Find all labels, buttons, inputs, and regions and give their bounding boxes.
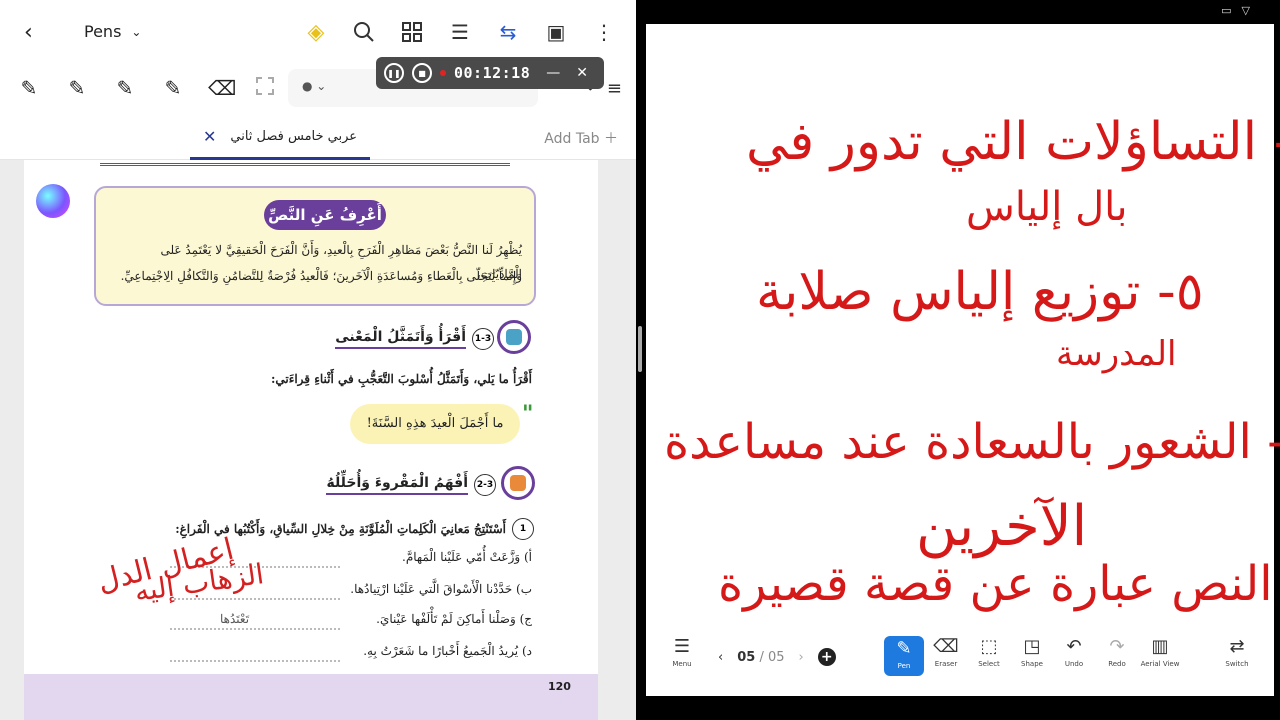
more-icon[interactable]: ⋮ bbox=[590, 18, 618, 46]
tab-bar: ✕ عربي خامس فصل ثاني Add Tab ＋ bbox=[0, 116, 636, 160]
search-icon[interactable] bbox=[350, 18, 378, 46]
menu-icon: ☰ bbox=[673, 636, 691, 657]
mode-label: Pens bbox=[84, 22, 122, 41]
eraser-icon[interactable]: ⌫ bbox=[208, 76, 236, 102]
undo-button[interactable]: ↶ Undo bbox=[1054, 634, 1094, 668]
cast-icon: ▭ bbox=[1221, 4, 1232, 17]
chevron-down-icon: ⌄ bbox=[131, 24, 142, 39]
answer-c: تَعْتَدُها bbox=[220, 612, 250, 626]
recording-timer: 00:12:18 bbox=[454, 64, 531, 82]
convert-icon[interactable]: ⇆ bbox=[494, 18, 522, 46]
pen-icon: ✎ bbox=[896, 638, 912, 659]
split-handle[interactable] bbox=[638, 326, 642, 372]
eraser-button[interactable]: ⌫ Eraser bbox=[926, 634, 966, 668]
instruction-1: أَقْرَأُ ما يَلي، وَأَتَمَثَّلُ أُسْلوبَ… bbox=[270, 372, 532, 386]
tab-document[interactable]: ✕ عربي خامس فصل ثاني bbox=[190, 116, 370, 160]
box-title: أَعْرِفُ عَنِ النَّصِّ bbox=[264, 200, 386, 230]
page-frame-border bbox=[100, 160, 510, 166]
recording-dot-icon bbox=[440, 70, 446, 76]
redo-button[interactable]: ↷ Redo bbox=[1097, 634, 1137, 668]
item-b: ب) حَدَّدْنا الْأَسْواقَ الَّتي عَلَيْنا… bbox=[350, 582, 532, 596]
quote-mark-icon: " bbox=[522, 402, 534, 427]
assistant-orb-icon[interactable] bbox=[36, 184, 70, 218]
document-settings-icon[interactable]: ▣ bbox=[542, 18, 570, 46]
analysis-icon bbox=[501, 466, 535, 500]
current-page: 05 bbox=[737, 649, 756, 665]
wifi-icon: ▽ bbox=[1241, 4, 1250, 17]
redo-icon: ↷ bbox=[1109, 636, 1125, 657]
list-icon[interactable]: ☰ bbox=[446, 18, 474, 46]
section-1-title: أَقْرَأُ وَأَتَمَثَّلُ الْمَعْنى bbox=[335, 329, 466, 349]
status-bar-icons: ▭ ▽ bbox=[1221, 4, 1250, 17]
total-pages: / 05 bbox=[759, 649, 785, 665]
back-icon[interactable]: ‹ bbox=[24, 20, 50, 46]
aerial-view-button[interactable]: ▥ Aerial View bbox=[1140, 634, 1180, 668]
section-2-heading: 2-3 أَفْهَمُ الْمَقْروءَ وَأُحَلِّلُهُ bbox=[326, 474, 496, 496]
know-text-box: أَعْرِفُ عَنِ النَّصِّ يُظْهِرُ لَنا الن… bbox=[94, 186, 536, 306]
pen-tool-3-icon[interactable]: ✎ bbox=[160, 76, 186, 102]
page-number: 120 bbox=[548, 680, 571, 693]
note-app-pane: ‹ Pens ⌄ ◈ ☰ ⇆ ▣ ⋮ ✎ ✎ ✎ ✎ ⌫ ● ⌄ ↶ ≡ ❚❚ … bbox=[0, 0, 636, 720]
size-dropdown[interactable]: ● ⌄ bbox=[302, 79, 326, 93]
screen: ‹ Pens ⌄ ◈ ☰ ⇆ ▣ ⋮ ✎ ✎ ✎ ✎ ⌫ ● ⌄ ↶ ≡ ❚❚ … bbox=[0, 0, 1280, 720]
switch-icon: ⇄ bbox=[1229, 636, 1245, 657]
section-1-heading: 1-3 أَقْرَأُ وَأَتَمَثَّلُ الْمَعْنى bbox=[335, 328, 494, 350]
prev-page-icon[interactable]: ‹ bbox=[718, 650, 723, 665]
question-1-number: 1 bbox=[512, 518, 534, 540]
mode-selector[interactable]: Pens ⌄ bbox=[84, 22, 141, 41]
pen-tool-2-icon[interactable]: ✎ bbox=[64, 76, 90, 102]
pause-icon[interactable]: ❚❚ bbox=[384, 63, 404, 83]
board-line-1: ٤- التساؤلات التي تدور في bbox=[746, 112, 1280, 172]
answer-line-d[interactable] bbox=[170, 660, 340, 662]
doc-margin-left bbox=[0, 160, 24, 720]
whiteboard-toolbar: ☰ Menu ‹ 05 / 05 › + ✎ Pen ⌫ Eraser ⬚ Se… bbox=[646, 634, 1274, 686]
board-line-3: ٥- توزيع إلياس صلابة bbox=[756, 262, 1204, 322]
board-line-6: الآخرين bbox=[916, 494, 1088, 559]
section-1-number: 1-3 bbox=[472, 328, 494, 350]
screen-recorder: ❚❚ ■ 00:12:18 — ✕ bbox=[376, 57, 604, 89]
highlighter-tool-icon[interactable]: ✎ bbox=[112, 76, 138, 102]
doc-margin-right bbox=[598, 160, 636, 720]
select-button[interactable]: ⬚ Select bbox=[969, 634, 1009, 668]
whiteboard-canvas[interactable]: ٤- التساؤلات التي تدور في بال إلياس ٥- ت… bbox=[646, 24, 1280, 696]
page-footer-strip bbox=[24, 674, 598, 720]
minimize-icon[interactable]: — bbox=[546, 65, 560, 81]
shape-icon: ◳ bbox=[1023, 636, 1041, 657]
undo-icon: ↶ bbox=[1066, 636, 1082, 657]
section-2-number: 2-3 bbox=[474, 474, 496, 496]
pen-tool-1-icon[interactable]: ✎ bbox=[16, 76, 42, 102]
add-page-button[interactable]: + bbox=[817, 648, 836, 666]
next-page-icon[interactable]: › bbox=[799, 650, 804, 665]
reading-icon bbox=[497, 320, 531, 354]
switch-button[interactable]: ⇄ Switch bbox=[1217, 634, 1257, 668]
select-icon: ⬚ bbox=[980, 636, 998, 657]
item-c: ج) وَصَلْنا أَماكِنَ لَمْ تَأْلَفْها عَي… bbox=[376, 612, 532, 626]
premium-gem-icon[interactable]: ◈ bbox=[302, 18, 330, 46]
shape-button[interactable]: ◳ Shape bbox=[1012, 634, 1052, 668]
tab-label: عربي خامس فصل ثاني bbox=[230, 129, 358, 144]
pen-button[interactable]: ✎ Pen bbox=[884, 636, 924, 676]
eraser-tool-icon: ⌫ bbox=[933, 636, 959, 657]
item-d: د) يُريدُ الْجَميعُ أَخْبارًا ما شَعَرْت… bbox=[363, 644, 532, 658]
board-line-7: النص عبارة عن قصة قصيرة bbox=[718, 556, 1273, 612]
close-tab-icon[interactable]: ✕ bbox=[203, 127, 216, 146]
answer-line-c[interactable] bbox=[170, 628, 340, 630]
close-icon[interactable]: ✕ bbox=[576, 65, 588, 81]
top-actions: ◈ ☰ ⇆ ▣ ⋮ bbox=[302, 18, 618, 46]
add-tab-button[interactable]: Add Tab ＋ bbox=[544, 128, 618, 148]
lasso-icon[interactable] bbox=[256, 77, 274, 95]
item-a: أ) وَزَّعَتْ أُمّي عَلَيْنا الْمَهامَّ. bbox=[402, 550, 532, 564]
book-icon: ▥ bbox=[1151, 636, 1169, 657]
menu-button[interactable]: ☰ Menu bbox=[662, 634, 702, 668]
app-top-bar: ‹ Pens ⌄ ◈ ☰ ⇆ ▣ ⋮ bbox=[0, 0, 636, 64]
board-line-4: المدرسة bbox=[1056, 334, 1177, 374]
section-2-title: أَفْهَمُ الْمَقْروءَ وَأُحَلِّلُهُ bbox=[326, 475, 468, 495]
page-navigator: ‹ 05 / 05 › + bbox=[718, 648, 836, 666]
grid-view-icon[interactable] bbox=[398, 18, 426, 46]
board-line-5: ٦- الشعور بالسعادة عند مساعدة bbox=[664, 414, 1280, 470]
box-line-2: وَإِنَّما يَتَجَلّى بِالْعَطاءِ وَمُساعَ… bbox=[120, 269, 522, 283]
example-quote: ما أَجْمَلَ الْعيدَ هذِهِ السَّنَةَ! bbox=[350, 404, 520, 444]
board-line-2: بال إلياس bbox=[966, 184, 1128, 230]
stop-icon[interactable]: ■ bbox=[412, 63, 432, 83]
